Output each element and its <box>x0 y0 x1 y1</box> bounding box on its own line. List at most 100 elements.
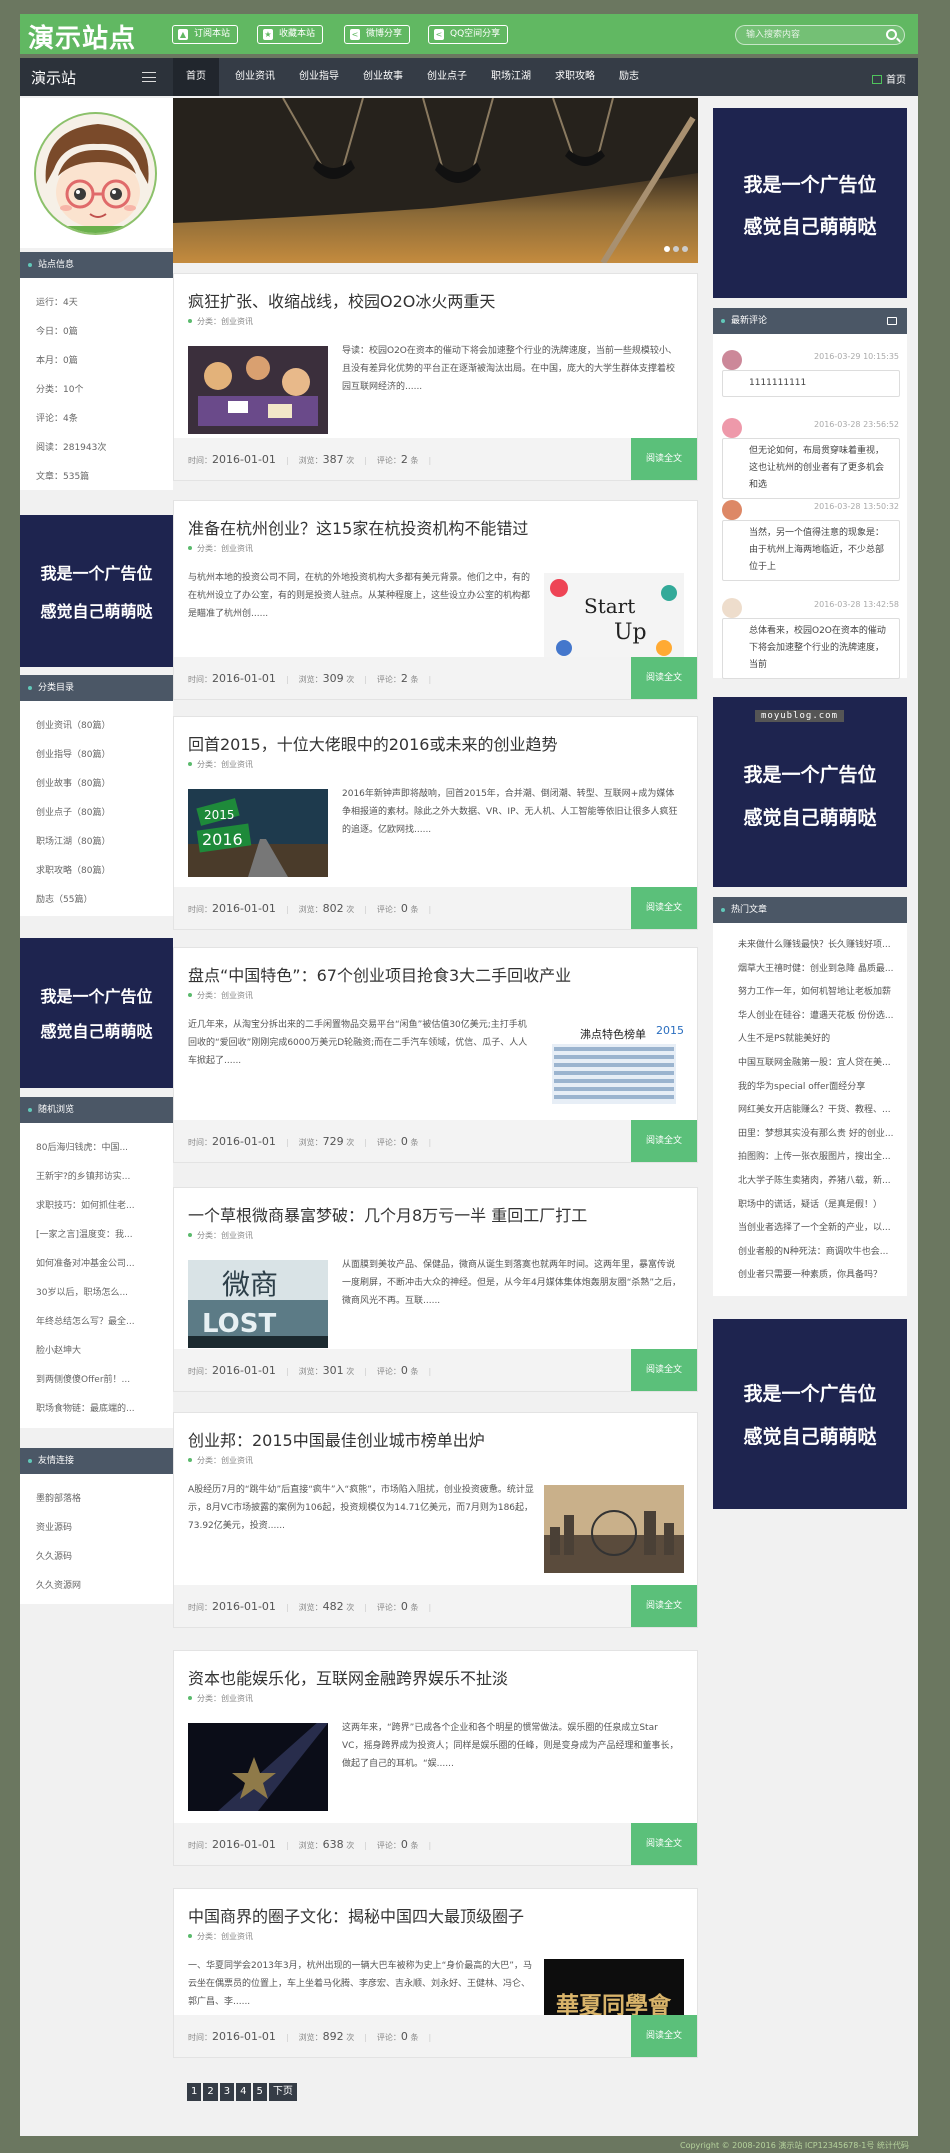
nav-item-ideas[interactable]: 创业点子 <box>417 58 477 96</box>
hero-slider[interactable] <box>173 98 698 263</box>
post-thumbnail[interactable] <box>188 346 328 434</box>
hot-post-link[interactable]: 烟草大王禧时健：创业到急降 晶质最... <box>738 961 898 974</box>
qzone-share-button[interactable]: < QQ空间分享 <box>428 25 509 44</box>
menu-icon[interactable] <box>142 72 156 82</box>
comment-item[interactable]: 2016-03-28 13:50:32 当然，另一个值得注意的现象是：由于杭州上… <box>719 500 903 581</box>
hot-post-link[interactable]: 拍图购：上传一张衣服图片，搜出全... <box>738 1149 898 1162</box>
comment-item[interactable]: 2016-03-29 10:15:35 1111111111 <box>719 350 903 400</box>
post-title[interactable]: 创业邦：2015中国最佳创业城市榜单出炉 <box>188 1427 485 1451</box>
random-link[interactable]: 王新宇?的乡镇邦访实... <box>36 1169 156 1182</box>
random-link[interactable]: 求职技巧：如何抓住老... <box>36 1198 156 1211</box>
ad-banner[interactable]: 我是一个广告位 感觉自己萌萌哒 <box>713 1319 907 1509</box>
hot-post-link[interactable]: 中国互联网金融第一股：宜人贷在美... <box>738 1055 898 1068</box>
page-5[interactable]: 5 <box>252 2083 267 2101</box>
nav-item-news[interactable]: 创业资讯 <box>225 58 285 96</box>
hot-post-link[interactable]: 当创业者选择了一个全新的产业，以... <box>738 1220 898 1233</box>
ad-banner[interactable]: moyublog.com 我是一个广告位 感觉自己萌萌哒 <box>713 697 907 887</box>
hot-post-link[interactable]: 未来做什么赚钱最快？长久赚钱好项... <box>738 937 898 950</box>
post-thumbnail[interactable]: Start Up <box>544 573 684 661</box>
category-link[interactable]: 励志（55篇） <box>36 892 156 905</box>
hot-post-link[interactable]: 北大学子陈生卖猪肉，养猪八载，新... <box>738 1173 898 1186</box>
post-thumbnail[interactable]: 2016 2015 <box>188 789 328 877</box>
hot-post-link[interactable]: 人生不是PS就能美好的 <box>738 1031 898 1044</box>
post-category[interactable]: 分类：创业资讯 <box>188 1931 253 1942</box>
page-1[interactable]: 1 <box>187 2083 202 2101</box>
page-2[interactable]: 2 <box>203 2083 218 2101</box>
read-more-button[interactable]: 阅读全文 <box>631 657 697 699</box>
ad-banner[interactable]: 我是一个广告位 感觉自己萌萌哒 <box>713 108 907 298</box>
read-more-button[interactable]: 阅读全文 <box>631 438 697 480</box>
nav-home-link[interactable]: 首页 <box>872 71 906 86</box>
hot-post-link[interactable]: 华人创业在硅谷：遭遇天花板 份份选... <box>738 1008 898 1021</box>
bookmark-button[interactable]: ★ 收藏本站 <box>257 25 324 44</box>
weibo-share-button[interactable]: < 微博分享 <box>344 25 411 44</box>
post-title[interactable]: 资本也能娱乐化，互联网金融跨界娱乐不扯淡 <box>188 1665 508 1689</box>
post-category[interactable]: 分类：创业资讯 <box>188 1693 253 1704</box>
next-page[interactable]: 下页 <box>268 2083 297 2101</box>
hot-post-link[interactable]: 网红美女开店能赚么？干货、教程、... <box>738 1102 898 1115</box>
category-link[interactable]: 创业点子（80篇） <box>36 805 156 818</box>
post-thumbnail[interactable] <box>188 1713 328 1811</box>
slider-dot[interactable] <box>664 246 670 252</box>
hot-post-link[interactable]: 我的华为special offer面经分享 <box>738 1079 898 1092</box>
random-link[interactable]: 到两侧傻傻Offer前！... <box>36 1372 156 1385</box>
search-icon[interactable] <box>886 29 897 40</box>
friend-link[interactable]: 墨韵部落格 <box>36 1491 156 1504</box>
read-more-button[interactable]: 阅读全文 <box>631 2015 697 2057</box>
nav-item-inspire[interactable]: 励志 <box>609 58 649 96</box>
brand-text[interactable]: 演示站 <box>31 67 76 88</box>
slider-dot[interactable] <box>682 246 688 252</box>
random-link[interactable]: 如何准备对冲基金公司... <box>36 1256 156 1269</box>
post-category[interactable]: 分类：创业资讯 <box>188 316 253 327</box>
hot-post-link[interactable]: 创业者般的N种死法：商调吹牛也会... <box>738 1244 898 1257</box>
read-more-button[interactable]: 阅读全文 <box>631 887 697 929</box>
hot-post-link[interactable]: 努力工作一年，如何机智地让老板加薪 <box>738 984 898 997</box>
post-title[interactable]: 盘点“中国特色”：67个创业项目抢食3大二手回收产业 <box>188 962 571 986</box>
site-logo[interactable]: 演示站点 <box>28 18 136 55</box>
nav-item-workplace[interactable]: 职场江湖 <box>481 58 541 96</box>
post-title[interactable]: 疯狂扩张、收缩战线，校园O2O冰火两重天 <box>188 288 495 312</box>
post-thumbnail[interactable]: 微商 LOST <box>188 1260 328 1348</box>
read-more-button[interactable]: 阅读全文 <box>631 1349 697 1391</box>
friend-link[interactable]: 久久源码 <box>36 1549 156 1562</box>
post-category[interactable]: 分类：创业资讯 <box>188 1230 253 1241</box>
post-title[interactable]: 中国商界的圈子文化：揭秘中国四大最顶级圈子 <box>188 1903 524 1927</box>
page-3[interactable]: 3 <box>219 2083 235 2101</box>
random-link[interactable]: 年终总结怎么写？最全... <box>36 1314 156 1327</box>
post-category[interactable]: 分类：创业资讯 <box>188 543 253 554</box>
subscribe-button[interactable]: ▲ 订阅本站 <box>172 25 239 44</box>
friend-link[interactable]: 资业源码 <box>36 1520 156 1533</box>
random-link[interactable]: 职场食物链：最底端的... <box>36 1401 156 1414</box>
ad-banner[interactable]: 我是一个广告位 感觉自己萌萌哒 <box>20 938 173 1088</box>
read-more-button[interactable]: 阅读全文 <box>631 1585 697 1627</box>
read-more-button[interactable]: 阅读全文 <box>631 1823 697 1865</box>
nav-item-jobs[interactable]: 求职攻略 <box>545 58 605 96</box>
read-more-button[interactable]: 阅读全文 <box>631 1120 697 1162</box>
slider-dot[interactable] <box>673 246 679 252</box>
search-input[interactable] <box>746 28 886 42</box>
hot-post-link[interactable]: 田里：梦想其实没有那么贵 好的创业... <box>738 1126 898 1139</box>
post-thumbnail[interactable]: 沸点特色榜单 2015 <box>544 1020 684 1108</box>
post-thumbnail[interactable] <box>544 1485 684 1573</box>
comment-item[interactable]: 2016-03-28 13:42:58 总体看来，校园O2O在资本的催动下将会加… <box>719 598 903 679</box>
category-link[interactable]: 职场江湖（80篇） <box>36 834 156 847</box>
nav-item-story[interactable]: 创业故事 <box>353 58 413 96</box>
slider-dots[interactable] <box>661 244 688 255</box>
post-category[interactable]: 分类：创业资讯 <box>188 990 253 1001</box>
page-4[interactable]: 4 <box>236 2083 251 2101</box>
ad-banner[interactable]: 我是一个广告位 感觉自己萌萌哒 <box>20 515 173 667</box>
random-link[interactable]: 80后海归钱虎：中国... <box>36 1140 156 1153</box>
nav-item-guide[interactable]: 创业指导 <box>289 58 349 96</box>
category-link[interactable]: 创业故事（80篇） <box>36 776 156 789</box>
hot-post-link[interactable]: 职场中的谎话，疑话（是真是假！） <box>738 1197 898 1210</box>
hot-post-link[interactable]: 创业者只需要一种素质，你具备吗？ <box>738 1267 898 1280</box>
random-link[interactable]: [一家之言]温度变：我... <box>36 1227 156 1240</box>
random-link[interactable]: 脸小赵坤大 <box>36 1343 156 1356</box>
post-title[interactable]: 准备在杭州创业？这15家在杭投资机构不能错过 <box>188 515 528 539</box>
comment-item[interactable]: 2016-03-28 23:56:52 但无论如何，布局贯穿味着重视，这也让杭州… <box>719 418 903 499</box>
category-link[interactable]: 求职攻略（80篇） <box>36 863 156 876</box>
post-title[interactable]: 回首2015，十位大佬眼中的2016或未来的创业趋势 <box>188 731 557 755</box>
nav-item-home[interactable]: 首页 <box>173 58 219 96</box>
random-link[interactable]: 30岁以后，职场怎么... <box>36 1285 156 1298</box>
post-title[interactable]: 一个草根微商暴富梦破：几个月8万亏一半 重回工厂打工 <box>188 1202 587 1226</box>
